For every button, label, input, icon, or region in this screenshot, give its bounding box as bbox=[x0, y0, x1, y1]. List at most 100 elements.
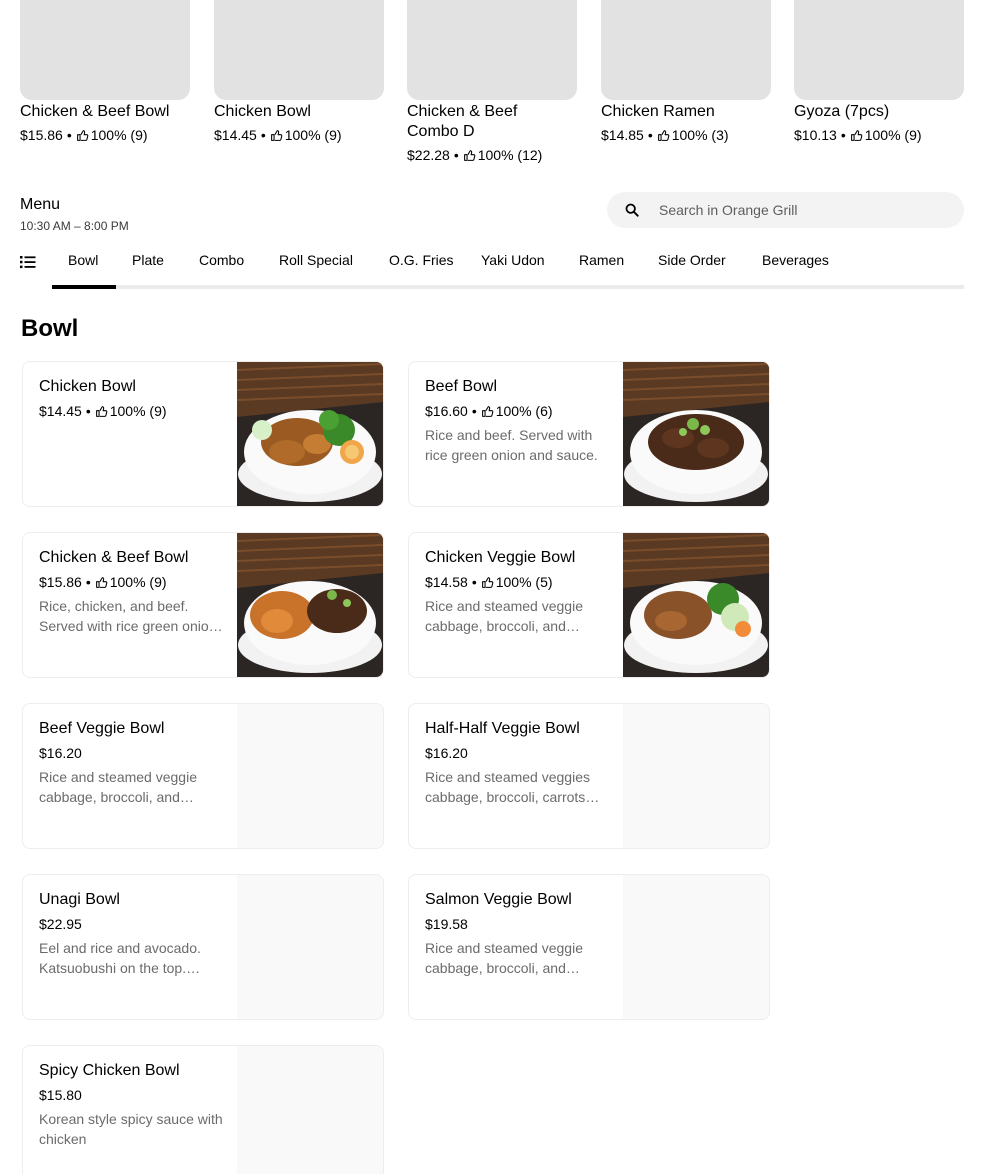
menu-item-meta: $15.80 bbox=[39, 1085, 224, 1105]
thumbs-up-icon bbox=[463, 149, 476, 162]
menu-item-price: $19.58 bbox=[425, 916, 468, 932]
menu-item-meta: $14.58 • 100% (5) bbox=[425, 572, 610, 592]
menu-item-name: Beef Bowl bbox=[425, 378, 498, 395]
tab-bowl[interactable]: Bowl bbox=[68, 252, 98, 268]
menu-title: Menu bbox=[20, 196, 61, 213]
image-placeholder bbox=[623, 704, 769, 848]
search-bar[interactable]: Search in Orange Grill bbox=[607, 192, 964, 228]
search-input[interactable]: Search in Orange Grill bbox=[659, 202, 798, 218]
menu-item-rating: 100% (9) bbox=[109, 403, 167, 419]
featured-card[interactable]: Chicken & Beef Bowl $15.86 • 100% (9) bbox=[20, 0, 190, 145]
menu-item-price: $22.95 bbox=[39, 916, 82, 932]
category-list-icon[interactable] bbox=[20, 255, 36, 269]
active-tab-indicator bbox=[52, 285, 116, 289]
menu-item-meta: $16.20 bbox=[425, 743, 610, 763]
chicken-veggie-bowl-photo bbox=[623, 533, 769, 677]
featured-item-meta: $22.28 • 100% (12) bbox=[407, 145, 577, 165]
separator-dot: • bbox=[471, 403, 477, 419]
menu-item-price: $16.20 bbox=[39, 745, 82, 761]
separator-dot: • bbox=[647, 127, 653, 143]
menu-item-info: Beef Veggie Bowl $16.20 Rice and steamed… bbox=[39, 719, 224, 807]
menu-item-card[interactable]: Unagi Bowl $22.95 Eel and rice and avoca… bbox=[22, 874, 384, 1020]
featured-item-price: $10.13 bbox=[794, 127, 837, 143]
featured-item-rating: 100% (3) bbox=[671, 127, 729, 143]
menu-item-card[interactable]: Salmon Veggie Bowl $19.58 Rice and steam… bbox=[408, 874, 770, 1020]
thumbs-up-icon bbox=[76, 129, 89, 142]
tab-beverages[interactable]: Beverages bbox=[762, 252, 829, 268]
menu-item-info: Beef Bowl $16.60 • 100% (6) Rice and beef… bbox=[425, 377, 610, 465]
separator-dot: • bbox=[66, 127, 72, 143]
featured-item-meta: $14.85 • 100% (3) bbox=[601, 125, 771, 145]
tab-side-order[interactable]: Side Order bbox=[658, 252, 726, 268]
menu-item-card[interactable]: Chicken Veggie Bowl $14.58 • 100% (5) Ric… bbox=[408, 532, 770, 678]
menu-item-info: Unagi Bowl $22.95 Eel and rice and avoca… bbox=[39, 890, 224, 978]
featured-item-rating: 100% (9) bbox=[284, 127, 342, 143]
image-placeholder bbox=[237, 1046, 383, 1174]
menu-item-card[interactable]: Half-Half Veggie Bowl $16.20 Rice and st… bbox=[408, 703, 770, 849]
beef-bowl-photo bbox=[623, 362, 769, 506]
menu-item-price: $15.86 bbox=[39, 574, 82, 590]
featured-item-meta: $14.45 • 100% (9) bbox=[214, 125, 384, 145]
featured-image-placeholder bbox=[794, 0, 964, 100]
menu-item-description: Rice and steamed veggie cabbage, broccol… bbox=[425, 940, 583, 976]
featured-item-price: $14.85 bbox=[601, 127, 644, 143]
separator-dot: • bbox=[471, 574, 477, 590]
menu-item-info: Chicken Bowl $14.45 • 100% (9) bbox=[39, 377, 224, 421]
thumbs-up-icon bbox=[657, 129, 670, 142]
menu-item-price: $16.60 bbox=[425, 403, 468, 419]
featured-image-placeholder bbox=[214, 0, 384, 100]
menu-item-card[interactable]: Beef Bowl $16.60 • 100% (6) Rice and beef… bbox=[408, 361, 770, 507]
menu-item-info: Chicken & Beef Bowl $15.86 • 100% (9) Ric… bbox=[39, 548, 224, 636]
featured-card[interactable]: Chicken Ramen $14.85 • 100% (3) bbox=[601, 0, 771, 145]
featured-item-rating: 100% (12) bbox=[477, 147, 543, 163]
menu-item-description: Rice and steamed veggie cabbage, broccol… bbox=[425, 598, 583, 634]
featured-items-row: Chicken & Beef Bowl $15.86 • 100% (9) Chi… bbox=[20, 0, 964, 170]
tab-ramen[interactable]: Ramen bbox=[579, 252, 624, 268]
menu-item-meta: $22.95 bbox=[39, 914, 224, 934]
featured-card[interactable]: Chicken & Beef Combo D $22.28 • 100% (12) bbox=[407, 0, 577, 165]
menu-item-card[interactable]: Chicken Bowl $14.45 • 100% (9) bbox=[22, 361, 384, 507]
menu-item-rating: 100% (5) bbox=[495, 574, 553, 590]
featured-image-placeholder bbox=[601, 0, 771, 100]
thumbs-up-icon bbox=[850, 129, 863, 142]
featured-item-meta: $15.86 • 100% (9) bbox=[20, 125, 190, 145]
tab-yaki-udon[interactable]: Yaki Udon bbox=[481, 252, 545, 268]
featured-item-rating: 100% (9) bbox=[90, 127, 148, 143]
featured-item-rating: 100% (9) bbox=[864, 127, 922, 143]
tab-roll-special[interactable]: Roll Special bbox=[279, 252, 353, 268]
image-placeholder bbox=[237, 875, 383, 1019]
menu-item-meta: $15.86 • 100% (9) bbox=[39, 572, 224, 592]
menu-item-meta: $16.20 bbox=[39, 743, 224, 763]
section-title: Bowl bbox=[21, 315, 79, 342]
menu-item-name: Chicken & Beef Bowl bbox=[39, 549, 189, 566]
featured-item-name: Chicken & Beef Bowl bbox=[20, 103, 170, 120]
featured-card[interactable]: Gyoza (7pcs) $10.13 • 100% (9) bbox=[794, 0, 964, 145]
featured-item-price: $22.28 bbox=[407, 147, 450, 163]
search-icon bbox=[625, 203, 639, 217]
featured-card[interactable]: Chicken Bowl $14.45 • 100% (9) bbox=[214, 0, 384, 145]
menu-item-name: Half-Half Veggie Bowl bbox=[425, 720, 580, 737]
featured-item-price: $14.45 bbox=[214, 127, 257, 143]
tab-combo[interactable]: Combo bbox=[199, 252, 244, 268]
menu-item-info: Half-Half Veggie Bowl $16.20 Rice and st… bbox=[425, 719, 610, 807]
menu-item-description: Rice and steamed veggie cabbage, broccol… bbox=[39, 769, 197, 805]
menu-item-price: $14.45 bbox=[39, 403, 82, 419]
separator-dot: • bbox=[453, 147, 459, 163]
separator-dot: • bbox=[260, 127, 266, 143]
tab-plate[interactable]: Plate bbox=[132, 252, 164, 268]
menu-item-info: Chicken Veggie Bowl $14.58 • 100% (5) Ric… bbox=[425, 548, 610, 636]
featured-item-price: $15.86 bbox=[20, 127, 63, 143]
separator-dot: • bbox=[85, 403, 91, 419]
menu-item-name: Unagi Bowl bbox=[39, 891, 120, 908]
menu-item-description: Rice and steamed veggies cabbage, brocco… bbox=[425, 769, 590, 805]
menu-item-description: Eel and rice and avocado. Katsuobushi on… bbox=[39, 940, 201, 976]
tab-og-fries[interactable]: O.G. Fries bbox=[389, 252, 454, 268]
thumbs-up-icon bbox=[95, 405, 108, 418]
menu-item-name: Chicken Veggie Bowl bbox=[425, 549, 576, 566]
menu-item-card[interactable]: Beef Veggie Bowl $16.20 Rice and steamed… bbox=[22, 703, 384, 849]
featured-item-name: Gyoza (7pcs) bbox=[794, 103, 890, 120]
menu-item-card[interactable]: Chicken & Beef Bowl $15.86 • 100% (9) Ric… bbox=[22, 532, 384, 678]
menu-item-card[interactable]: Spicy Chicken Bowl $15.80 Korean style s… bbox=[22, 1045, 384, 1174]
menu-item-info: Salmon Veggie Bowl $19.58 Rice and steam… bbox=[425, 890, 610, 978]
thumbs-up-icon bbox=[481, 405, 494, 418]
